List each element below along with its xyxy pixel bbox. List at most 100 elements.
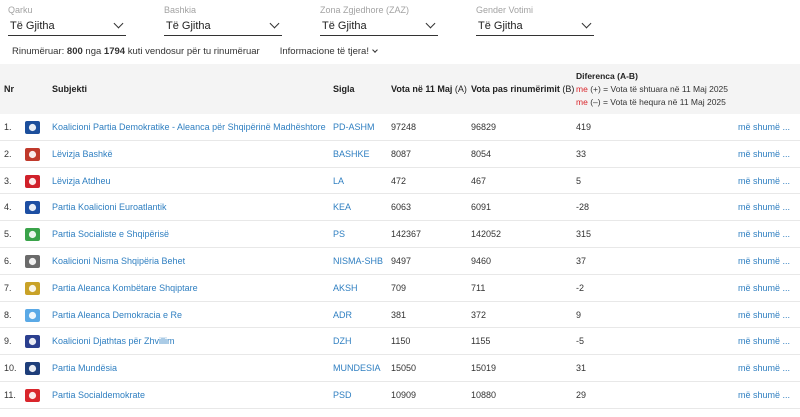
filter-label: Zona Zgjedhore (ZAZ) [320, 5, 410, 15]
votes-11-maj: 6063 [391, 202, 412, 213]
more-info-toggle[interactable]: Informacione të tjera! [279, 46, 378, 57]
table-row: 4. Partia Koalicioni Euroatlantik KEA 60… [0, 194, 800, 222]
header-vota-11-tag: (A) [454, 84, 467, 94]
more-button[interactable]: më shumë ... [738, 248, 790, 275]
row-nr: 10. [4, 363, 17, 374]
party-sigla: MUNDESIA [333, 363, 381, 374]
more-button[interactable]: më shumë ... [738, 194, 790, 221]
more-button[interactable]: më shumë ... [738, 355, 790, 382]
filter-label: Gender Votimi [476, 5, 534, 15]
party-name-link[interactable]: Koalicioni Partia Demokratike - Aleanca … [52, 114, 326, 141]
more-button[interactable]: më shumë ... [738, 275, 790, 302]
party-name-link[interactable]: Partia Aleanca Demokracia e Re [52, 302, 182, 329]
row-nr: 3. [4, 175, 12, 186]
party-sigla: KEA [333, 202, 352, 213]
chevron-down-icon [269, 18, 280, 29]
votes-difference: -28 [576, 202, 590, 213]
header-subjekti: Subjekti [52, 84, 88, 94]
more-button[interactable]: më shumë ... [738, 221, 790, 248]
chevron-down-icon [581, 18, 592, 29]
votes-11-maj: 709 [391, 282, 407, 293]
bashke-logo-icon [24, 146, 41, 163]
header-diferenca: Diferenca (A-B) me (+) = Vota të shtuara… [576, 70, 728, 109]
legend-plus: me (+) = Vota të shtuara në 11 Maj 2025 [576, 83, 728, 96]
pd-logo-icon [24, 119, 41, 136]
select-value: Të Gjitha [478, 19, 523, 32]
gender-select[interactable]: Të Gjitha [476, 16, 594, 36]
header-vota-pas: Vota pas rinumërimit (B) [471, 84, 574, 94]
votes-11-maj: 472 [391, 175, 407, 186]
filter-label: Bashkia [164, 5, 197, 15]
votes-difference: -5 [576, 336, 585, 347]
chevron-down-icon [425, 18, 436, 29]
select-value: Të Gjitha [322, 19, 367, 32]
row-nr: 7. [4, 282, 12, 293]
party-name-link[interactable]: Partia Mundësia [52, 355, 117, 382]
ps-logo-icon [24, 226, 41, 243]
more-button[interactable]: më shumë ... [738, 114, 790, 141]
party-name-link[interactable]: Partia Aleanca Kombëtare Shqiptare [52, 275, 198, 302]
party-name-link[interactable]: Partia Koalicioni Euroatlantik [52, 194, 167, 221]
votes-after-recount: 142052 [471, 229, 502, 240]
party-sigla: AKSH [333, 282, 358, 293]
votes-11-maj: 142367 [391, 229, 422, 240]
legend-minus-text: (–) = Vota të hequra në 11 Maj 2025 [590, 97, 726, 107]
votes-difference: 315 [576, 229, 592, 240]
votes-11-maj: 97248 [391, 122, 417, 132]
atdheu-logo-icon [24, 173, 41, 190]
votes-difference: 31 [576, 363, 587, 374]
votes-difference: 5 [576, 175, 582, 186]
table-row: 7. Partia Aleanca Kombëtare Shqiptare AK… [0, 275, 800, 302]
party-name-link[interactable]: Lëvizja Bashkë [52, 141, 113, 168]
summary-prefix: Rinumëruar: [12, 46, 65, 57]
header-vota-11-label: Vota në 11 Maj [391, 84, 453, 94]
party-name-link[interactable]: Partia Socialdemokrate [52, 382, 145, 409]
chevron-down-icon [113, 18, 124, 29]
party-name-link[interactable]: Lëvizja Atdheu [52, 168, 111, 195]
votes-11-maj: 1150 [391, 336, 411, 347]
qarku-select[interactable]: Të Gjitha [8, 16, 126, 36]
party-name-link[interactable]: Koalicioni Djathtas për Zhvillim [52, 328, 175, 355]
table-row: 1. Koalicioni Partia Demokratike - Alean… [0, 114, 800, 141]
header-diferenca-label: Diferenca [576, 71, 615, 81]
more-button[interactable]: më shumë ... [738, 302, 790, 329]
table-row: 5. Partia Socialiste e Shqipërisë PS 142… [0, 221, 800, 248]
votes-11-maj: 9497 [391, 255, 412, 266]
filter-bar: Qarku Të Gjitha Bashkia Të Gjitha Zona Z… [8, 4, 632, 36]
votes-after-recount: 711 [471, 282, 486, 293]
votes-difference: 29 [576, 389, 587, 400]
row-nr: 2. [4, 148, 12, 159]
votes-after-recount: 467 [471, 175, 487, 186]
more-button[interactable]: më shumë ... [738, 141, 790, 168]
table-row: 9. Koalicioni Djathtas për Zhvillim DZH … [0, 328, 800, 356]
filter-zona: Zona Zgjedhore (ZAZ) Të Gjitha [320, 4, 438, 36]
row-nr: 4. [4, 202, 12, 213]
table-row: 3. Lëvizja Atdheu LA 472 467 5 më shumë … [0, 168, 800, 195]
party-name-link[interactable]: Partia Socialiste e Shqipërisë [52, 221, 169, 248]
party-name-link[interactable]: Koalicioni Nisma Shqipëria Behet [52, 248, 185, 275]
votes-after-recount: 10880 [471, 389, 497, 400]
votes-difference: -2 [576, 282, 585, 293]
header-vota-pas-label: Vota pas rinumërimit [471, 84, 560, 94]
table-row: 2. Lëvizja Bashkë BASHKE 8087 8054 33 më… [0, 141, 800, 168]
table-header: Nr Subjekti Sigla Vota në 11 Maj (A) Vot… [0, 64, 800, 114]
filter-bashkia: Bashkia Të Gjitha [164, 4, 282, 36]
dzh-logo-icon [24, 333, 41, 350]
party-sigla: LA [333, 175, 345, 186]
select-value: Të Gjitha [166, 19, 211, 32]
bashkia-select[interactable]: Të Gjitha [164, 16, 282, 36]
votes-11-maj: 381 [391, 309, 407, 320]
more-button[interactable]: më shumë ... [738, 382, 790, 409]
more-button[interactable]: më shumë ... [738, 168, 790, 195]
legend-plus-me: me [576, 84, 588, 94]
kea-logo-icon [24, 199, 41, 216]
filter-gender: Gender Votimi Të Gjitha [476, 4, 594, 36]
more-info-label: Informacione të tjera! [279, 46, 369, 57]
psd-logo-icon [24, 387, 41, 404]
more-button[interactable]: më shumë ... [738, 328, 790, 355]
row-nr: 1. [4, 122, 12, 132]
zona-select[interactable]: Të Gjitha [320, 16, 438, 36]
adr-logo-icon [24, 307, 41, 324]
summary-suffix: kuti vendosur për tu rinumëruar [127, 46, 260, 57]
table-row: 11. Partia Socialdemokrate PSD 10909 108… [0, 382, 800, 409]
